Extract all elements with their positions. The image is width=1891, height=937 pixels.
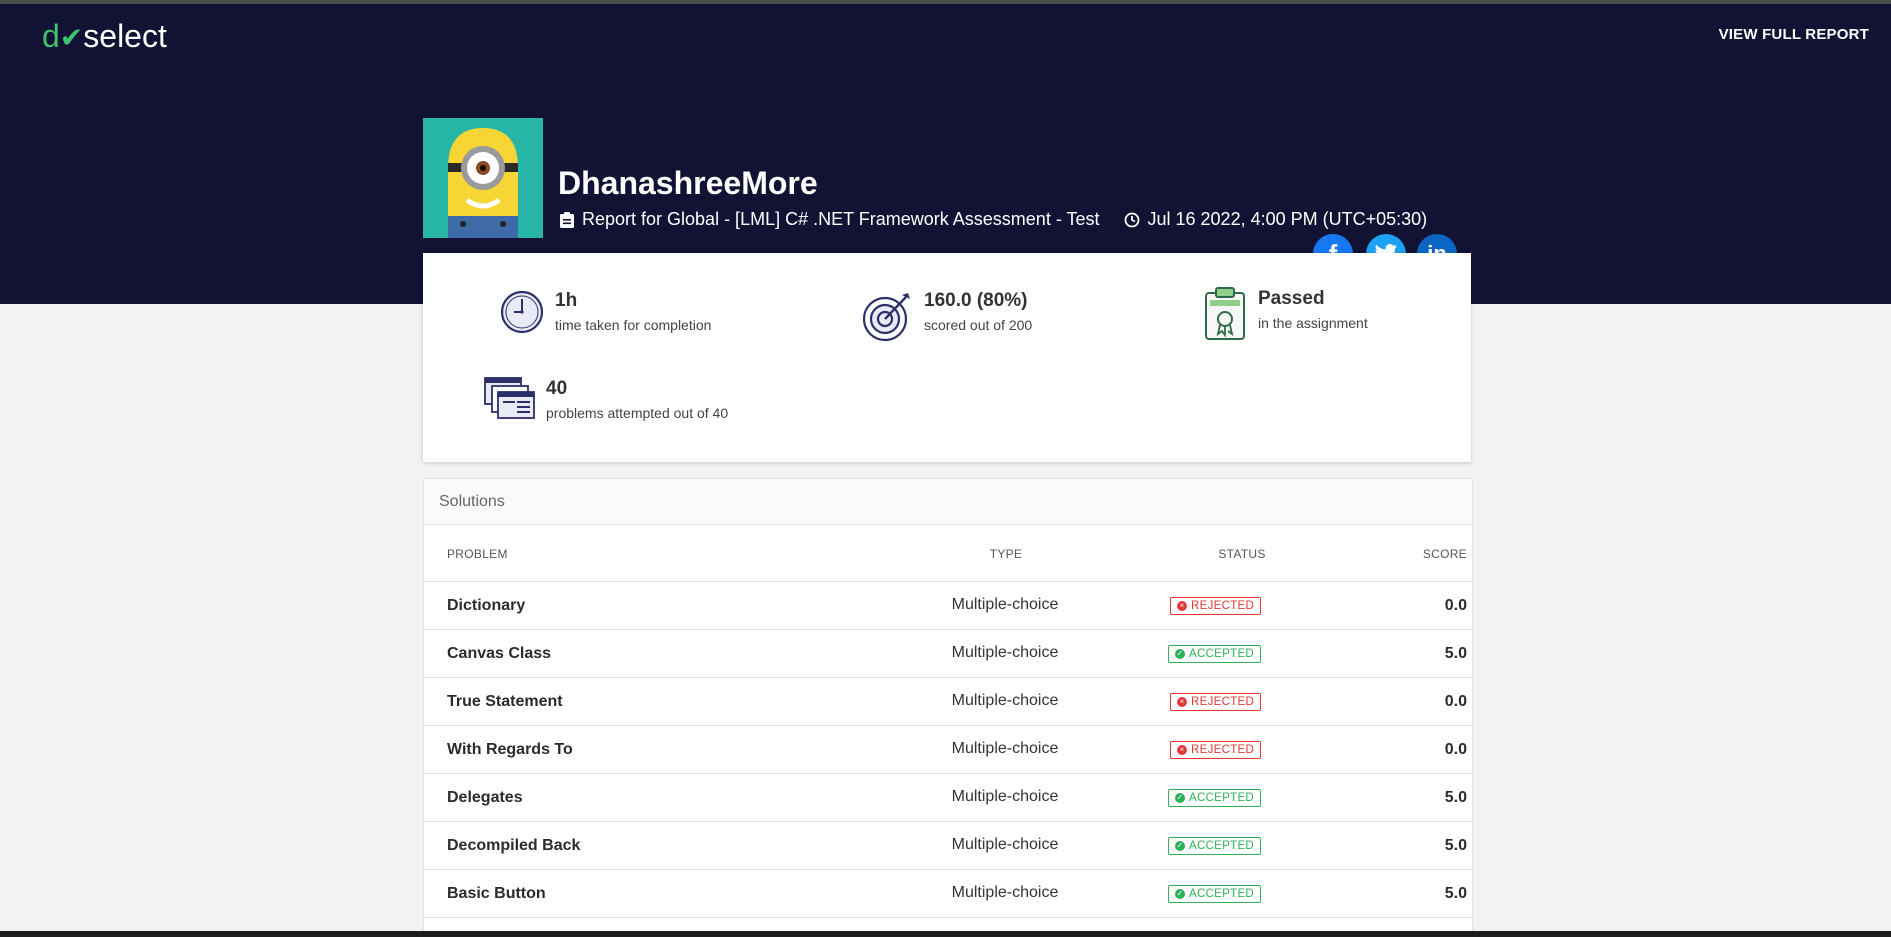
problem-type: Multiple-choice (951, 836, 1059, 853)
table-header: PROBLEM TYPE STATUS SCORE (424, 525, 1472, 582)
problem-score: 0.0 (1444, 597, 1467, 614)
logo[interactable]: d✔select (42, 16, 167, 58)
problem-name[interactable]: Decompiled Back (447, 837, 580, 855)
x-circle-icon: × (1177, 697, 1187, 707)
table-row[interactable]: True Statement Multiple-choice × REJECTED 0.… (424, 678, 1472, 726)
result-value: Passed (1258, 288, 1325, 309)
stat-result: Passed in the assignment (1202, 287, 1368, 341)
status-text: ACCEPTED (1189, 648, 1255, 660)
certificate-icon (1205, 287, 1245, 340)
report-datetime: Jul 16 2022, 4:00 PM (UTC+05:30) (1147, 209, 1428, 229)
report-title: Report for Global - [LML] C# .NET Framew… (582, 209, 1100, 229)
problem-name[interactable]: Delegates (447, 789, 523, 807)
stat-problems: 40 problems attempted out of 40 (484, 377, 728, 421)
status-text: ACCEPTED (1189, 792, 1255, 804)
status-badge: × REJECTED (1170, 693, 1262, 711)
report-date: Jul 16 2022, 4:00 PM (UTC+05:30) (1124, 209, 1428, 230)
col-status: STATUS (1218, 547, 1266, 561)
clock-small-icon (1124, 212, 1139, 227)
stats-card: 1h time taken for completion 160.0 (80%)… (423, 253, 1471, 462)
problem-type: Multiple-choice (951, 884, 1059, 901)
problem-type: Multiple-choice (951, 644, 1059, 661)
problem-score: 5.0 (1444, 645, 1467, 662)
score-value: 160.0 (80%) (924, 290, 1028, 311)
status-badge: ✓ ACCEPTED (1168, 885, 1262, 903)
time-label: time taken for completion (555, 317, 712, 333)
solutions-title: Solutions (424, 479, 1472, 525)
col-type: TYPE (989, 547, 1023, 561)
logo-d: d (42, 18, 60, 54)
status-text: REJECTED (1191, 600, 1255, 612)
clock-icon (500, 290, 544, 334)
problems-label: problems attempted out of 40 (546, 405, 729, 421)
problem-score: 5.0 (1444, 789, 1467, 806)
page: d✔select VIEW FULL REPORT DhanashreeMore (0, 0, 1891, 937)
x-circle-icon: × (1177, 601, 1187, 611)
problem-score: 5.0 (1444, 885, 1467, 902)
time-value: 1h (555, 290, 578, 311)
table-row[interactable]: Dictionary Multiple-choice × REJECTED 0.0 (424, 582, 1472, 630)
stat-score: 160.0 (80%) scored out of 200 (860, 289, 1032, 343)
col-score: SCORE (1422, 547, 1467, 561)
problem-score: 5.0 (1444, 837, 1467, 854)
problem-name[interactable]: Dictionary (447, 597, 525, 615)
problem-score: 0.0 (1444, 693, 1467, 710)
candidate-name: DhanashreeMore (558, 165, 818, 201)
status-badge: × REJECTED (1170, 741, 1262, 759)
problem-name[interactable]: With Regards To (447, 741, 573, 759)
status-badge: × REJECTED (1170, 597, 1262, 615)
problem-score: 0.0 (1444, 741, 1467, 758)
logo-text: select (83, 18, 167, 54)
status-text: ACCEPTED (1189, 888, 1255, 900)
report-meta: Report for Global - [LML] C# .NET Framew… (560, 209, 1451, 230)
table-row[interactable]: Canvas Class Multiple-choice ✓ ACCEPTED 5.0 (424, 630, 1472, 678)
status-text: REJECTED (1191, 696, 1255, 708)
problem-name[interactable]: True Statement (447, 693, 563, 711)
status-text: REJECTED (1191, 744, 1255, 756)
problem-type: Multiple-choice (951, 692, 1059, 709)
status-text: ACCEPTED (1189, 840, 1255, 852)
table-row[interactable]: Delegates Multiple-choice ✓ ACCEPTED 5.0 (424, 774, 1472, 822)
check-circle-icon: ✓ (1175, 649, 1185, 659)
problem-type: Multiple-choice (951, 788, 1059, 805)
check-circle-icon: ✓ (1175, 889, 1185, 899)
stat-time: 1h time taken for completion (499, 289, 711, 335)
check-circle-icon: ✓ (1175, 793, 1185, 803)
score-label: scored out of 200 (924, 317, 1033, 333)
documents-icon (484, 377, 535, 419)
solutions-panel: Solutions PROBLEM TYPE STATUS SCORE Dict… (423, 478, 1473, 937)
target-icon (862, 293, 910, 342)
status-badge: ✓ ACCEPTED (1168, 645, 1262, 663)
problem-name[interactable]: Basic Button (447, 885, 546, 903)
problem-type: Multiple-choice (951, 740, 1059, 757)
logo-check-icon: ✔ (59, 22, 84, 53)
col-problem: PROBLEM (447, 547, 508, 561)
problem-name[interactable]: Canvas Class (447, 645, 551, 663)
report-info: Report for Global - [LML] C# .NET Framew… (560, 209, 1100, 230)
table-row[interactable]: With Regards To Multiple-choice × REJECTED 0… (424, 726, 1472, 774)
avatar (423, 118, 543, 238)
x-circle-icon: × (1177, 745, 1187, 755)
status-badge: ✓ ACCEPTED (1168, 837, 1262, 855)
check-circle-icon: ✓ (1175, 841, 1185, 851)
problems-value: 40 (546, 378, 568, 399)
table-row[interactable]: Decompiled Back Multiple-choice ✓ ACCEPTED 5… (424, 822, 1472, 870)
problem-type: Multiple-choice (951, 596, 1059, 613)
view-full-report-link[interactable]: VIEW FULL REPORT (1719, 26, 1869, 43)
status-badge: ✓ ACCEPTED (1168, 789, 1262, 807)
table-body: Dictionary Multiple-choice × REJECTED 0.0 Can… (424, 582, 1472, 918)
table-row[interactable]: Basic Button Multiple-choice ✓ ACCEPTED 5.0 (424, 870, 1472, 918)
clipboard-icon (560, 211, 574, 228)
bottom-border (0, 931, 1891, 937)
result-label: in the assignment (1258, 315, 1368, 331)
